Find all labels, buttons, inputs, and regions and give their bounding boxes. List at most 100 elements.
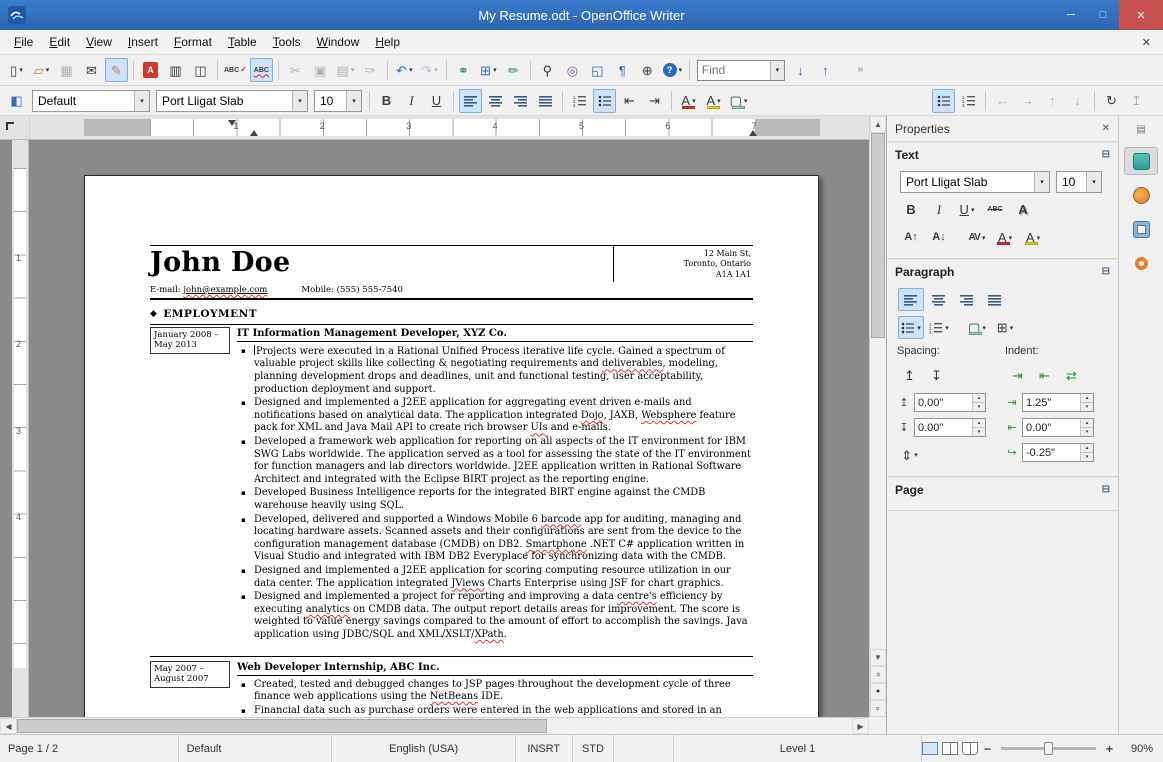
menu-help[interactable]: Help [367,32,408,52]
page-dialog-launcher-icon[interactable]: ⊟ [1102,484,1110,495]
right-margin-zone[interactable] [755,119,820,136]
vertical-scrollbar[interactable]: ▲ ▼ » ● » [869,116,886,717]
horizontal-ruler[interactable]: 1 2 3 4 5 6 7 [30,116,869,139]
menu-table[interactable]: Table [220,32,265,52]
font-color-button[interactable]: A ▾ [992,226,1018,249]
italic-button[interactable]: I [400,89,423,113]
styles-and-formatting-button[interactable]: ◧ [5,89,28,113]
character-spacing-button[interactable]: AV ▾ [964,226,990,249]
increase-indent-button[interactable]: ⇥ [643,89,666,113]
paragraph-style-dropdown-icon[interactable]: ▾ [134,90,149,111]
new-document-button[interactable]: ▯ ▾ [5,58,28,82]
previous-page-button[interactable]: » [870,666,886,683]
decrease-indent-button[interactable]: ⇤ [1033,363,1056,387]
menu-tools[interactable]: Tools [265,32,309,52]
multi-page-view-button[interactable] [941,742,958,755]
underline-button[interactable]: U ▾ [954,198,980,221]
table-dropdown-icon[interactable]: ▾ [493,66,497,74]
styles-tab-button[interactable] [1124,181,1158,209]
text-dialog-launcher-icon[interactable]: ⊟ [1102,149,1110,160]
numbering-dropdown-icon[interactable]: ▾ [945,324,949,332]
highlighting-button[interactable]: A ▾ [1020,226,1046,249]
align-center-button[interactable] [484,89,507,113]
highlighting-dropdown-icon[interactable]: ▾ [717,97,721,105]
autospellcheck-button[interactable]: ABC [249,58,273,82]
draw-functions-button[interactable]: ✏ [502,58,525,82]
undo-dropdown-icon[interactable]: ▾ [409,66,413,74]
spin-down-icon[interactable]: ▾ [973,427,985,436]
spin-down-icon[interactable]: ▾ [1081,402,1093,411]
paragraph-style-combo[interactable]: Default ▾ [32,89,150,112]
horizontal-scroll-thumb[interactable] [17,719,547,733]
export-pdf-button[interactable]: A [139,58,162,82]
shadow-button[interactable]: A [1010,198,1036,221]
sidebar-font-size-combo[interactable]: 10 ▾ [1056,171,1102,193]
sidebar-close-icon[interactable]: ✕ [1102,123,1110,134]
vertical-ruler[interactable]: 1 2 3 4 [12,140,29,717]
find-previous-button[interactable]: ↑ [814,58,837,82]
decrease-indent-button[interactable]: ⇤ [618,89,641,113]
spin-up-icon[interactable]: ▴ [1081,444,1093,452]
vertical-scroll-track[interactable] [870,133,886,649]
numbered-list-button[interactable]: 1. 2. 3. [957,89,980,113]
increase-indent-button[interactable]: ⇥ [1006,363,1029,387]
highlighting-button[interactable]: A ▾ [702,89,725,113]
table-button[interactable]: ⊞ ▾ [477,58,500,82]
font-color-dropdown-icon[interactable]: ▾ [1009,234,1013,242]
find-combo[interactable]: ▾ [696,59,785,81]
underline-button[interactable]: U [425,89,448,113]
document-as-email-button[interactable]: ✉ [80,58,103,82]
properties-tab-button[interactable] [1124,147,1158,175]
bullets-button[interactable]: ▾ [898,316,924,339]
increase-spacing-button[interactable]: ↥ [898,363,921,387]
open-dropdown-icon[interactable]: ▾ [46,66,50,74]
before-text-indent-spinner[interactable]: 1.25" ▴ ▾ [1022,393,1094,412]
spelling-button[interactable]: ABC [223,58,248,82]
bullet-list-button[interactable] [932,88,955,113]
insert-mode-status[interactable]: INSRT [516,735,573,762]
toolbar-overflow-button[interactable]: » [849,58,872,82]
redo-dropdown-icon[interactable]: ▾ [434,66,438,74]
spin-down-icon[interactable]: ▾ [973,402,985,411]
bold-button[interactable]: B [898,198,924,221]
after-text-indent-spinner[interactable]: 0.00" ▴ ▾ [1022,418,1094,437]
font-size-dropdown-icon[interactable]: ▾ [346,90,361,111]
zoom-slider[interactable] [1000,742,1096,755]
selection-mode-status[interactable]: STD [573,735,615,762]
paragraph-dialog-launcher-icon[interactable]: ⊟ [1102,266,1110,277]
page-style-status[interactable]: Default [179,735,333,762]
email-link[interactable]: john@example.com [183,285,267,295]
next-page-button[interactable]: » [870,700,886,717]
left-indent-marker[interactable] [250,130,258,136]
align-left-button[interactable] [898,288,924,311]
page-section-header[interactable]: Page ⊟ [887,477,1118,501]
close-button[interactable]: ✕ [1119,0,1163,30]
above-paragraph-spacing-spinner[interactable]: 0.00" ▴ ▾ [914,393,986,412]
italic-button[interactable]: I [926,198,952,221]
spin-down-icon[interactable]: ▾ [1081,452,1093,461]
zoom-in-button[interactable]: + [1104,742,1115,756]
align-right-button[interactable] [509,89,532,113]
align-center-button[interactable] [926,288,952,311]
close-document-icon[interactable]: ✕ [1130,36,1163,49]
document-canvas[interactable]: 1 2 3 4 John Doe 12 Main St, Toronto, Ontar… [0,140,869,717]
scroll-up-icon[interactable]: ▲ [870,116,886,133]
sidebar-font-size-dropdown-icon[interactable]: ▾ [1086,172,1101,192]
line-spacing-dropdown-icon[interactable]: ▾ [914,451,918,459]
help-button[interactable]: ? ▾ [661,58,684,82]
paragraph-section-header[interactable]: Paragraph ⊟ [887,259,1118,283]
document-page[interactable]: John Doe 12 Main St, Toronto, Ontario A1… [84,175,819,717]
bullets-dropdown-icon[interactable]: ▾ [917,324,921,332]
align-justify-button[interactable] [534,89,557,113]
single-page-view-button[interactable] [921,742,938,755]
align-right-button[interactable] [954,288,980,311]
menu-insert[interactable]: Insert [120,32,166,52]
font-name-dropdown-icon[interactable]: ▾ [292,90,307,111]
zoom-button[interactable]: ⊕ [636,58,659,82]
paste-dropdown-icon[interactable]: ▾ [351,66,355,74]
borders-dropdown-icon[interactable]: ▾ [1010,324,1014,332]
navigator-tab-button[interactable] [1124,249,1158,277]
zoom-slider-thumb[interactable] [1043,742,1053,755]
gallery-tab-button[interactable] [1124,215,1158,243]
spin-up-icon[interactable]: ▴ [1081,394,1093,402]
